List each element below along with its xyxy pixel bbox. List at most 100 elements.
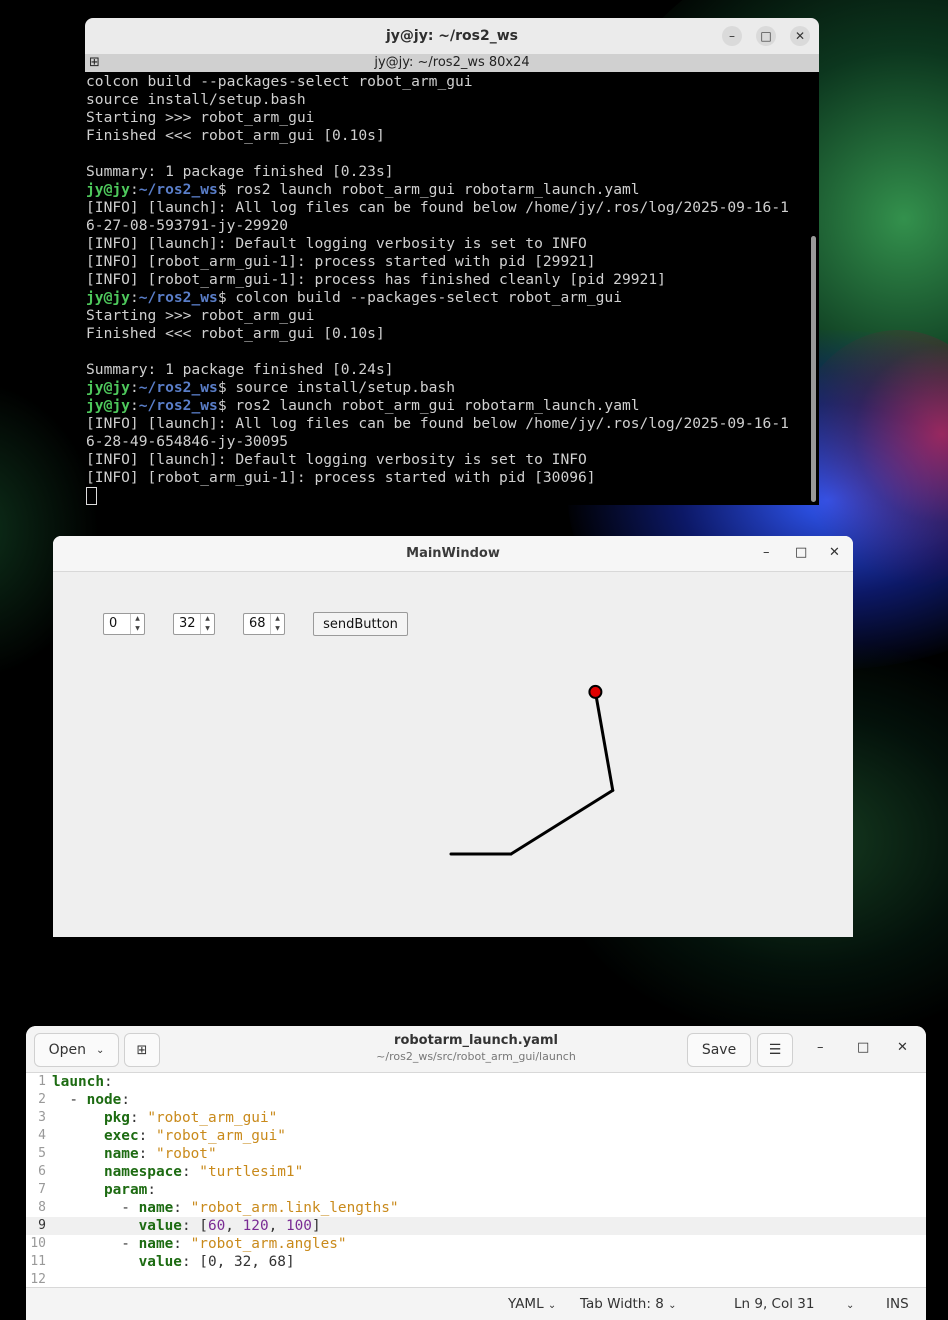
maximize-icon[interactable]: □ bbox=[857, 1040, 869, 1055]
text-cursor bbox=[86, 487, 97, 505]
minimize-icon[interactable]: – bbox=[722, 26, 742, 46]
code-token: 120 bbox=[242, 1218, 269, 1234]
terminal-output-line: [INFO] [launch]: Default logging verbosi… bbox=[86, 451, 587, 468]
terminal-scrollbar[interactable] bbox=[811, 236, 816, 502]
code-text: param: bbox=[52, 1181, 156, 1199]
line-number: 8 bbox=[38, 1200, 46, 1215]
mainwindow-titlebar[interactable]: MainWindow – □ ✕ bbox=[53, 536, 853, 572]
code-token: exec bbox=[103, 1128, 139, 1144]
code-token: value bbox=[138, 1218, 182, 1234]
code-line[interactable]: 10 - name: "robot_arm.angles" bbox=[26, 1235, 926, 1253]
terminal-output-line: [INFO] [robot_arm_gui-1]: process has fi… bbox=[86, 271, 666, 288]
prompt-separator: : bbox=[129, 181, 139, 198]
code-token: , bbox=[251, 1254, 269, 1270]
minimize-icon[interactable]: – bbox=[817, 1040, 824, 1055]
editor-text-area[interactable]: 1 launch: 2 - node: 3 pkg: "robot_arm_gui" 4… bbox=[26, 1073, 926, 1287]
terminal-output-line: [INFO] [launch]: All log files can be fo… bbox=[86, 415, 789, 432]
code-text: exec: "robot_arm_gui" bbox=[52, 1127, 286, 1145]
save-button[interactable]: Save bbox=[687, 1033, 751, 1067]
command-text: colcon build --packages-select robot_arm… bbox=[235, 289, 622, 306]
line-number: 5 bbox=[38, 1146, 46, 1161]
main-menu-button[interactable]: ☰ bbox=[757, 1033, 793, 1067]
code-token: "turtlesim1" bbox=[199, 1164, 304, 1180]
command-text: ros2 launch robot_arm_gui robotarm_launc… bbox=[235, 181, 640, 198]
maximize-icon[interactable]: □ bbox=[795, 545, 807, 560]
line-number: 7 bbox=[38, 1182, 46, 1197]
code-token: name bbox=[138, 1236, 174, 1252]
prompt-user: jy@jy bbox=[86, 289, 130, 306]
command-text: source install/setup.bash bbox=[235, 379, 456, 396]
code-text: value: [0, 32, 68] bbox=[52, 1253, 295, 1271]
minimize-icon[interactable]: – bbox=[763, 545, 770, 560]
tab-width-label: Tab Width: 8 bbox=[580, 1296, 664, 1312]
code-token: pkg bbox=[103, 1110, 130, 1126]
close-icon[interactable]: ✕ bbox=[897, 1040, 908, 1055]
terminal-titlebar[interactable]: jy@jy: ~/ros2_ws – □ ✕ bbox=[85, 18, 819, 54]
terminal-output-line: [INFO] [robot_arm_gui-1]: process starte… bbox=[86, 253, 596, 270]
prompt-user: jy@jy bbox=[86, 181, 130, 198]
language-selector[interactable]: YAML ⌄ bbox=[508, 1296, 556, 1312]
terminal-output[interactable]: colcon build --packages-select robot_arm… bbox=[85, 72, 819, 505]
code-token: value bbox=[138, 1254, 182, 1270]
terminal-command-line: jy@jy:~/ros2_ws$ ros2 launch robot_arm_g… bbox=[86, 181, 819, 199]
terminal-output-line: Summary: 1 package finished [0.24s] bbox=[86, 361, 394, 378]
code-token: : [ bbox=[181, 1254, 208, 1270]
terminal-command-line: jy@jy:~/ros2_ws$ source install/setup.ba… bbox=[86, 379, 819, 397]
line-number: 3 bbox=[38, 1110, 46, 1125]
close-icon[interactable]: ✕ bbox=[790, 26, 810, 46]
code-token: 100 bbox=[285, 1218, 312, 1234]
arm-link-3 bbox=[593, 690, 615, 792]
code-line[interactable]: 4 exec: "robot_arm_gui" bbox=[26, 1127, 926, 1145]
code-text: pkg: "robot_arm_gui" bbox=[52, 1109, 277, 1127]
text-editor-window[interactable]: Open ⌄ ⊞ robotarm_launch.yaml ~/ros2_ws/… bbox=[26, 1026, 926, 1320]
terminal-output-line: Starting >>> robot_arm_gui bbox=[86, 307, 315, 324]
code-token: : bbox=[129, 1110, 148, 1126]
code-line[interactable]: 2 - node: bbox=[26, 1091, 926, 1109]
code-line[interactable]: 11 value: [0, 32, 68] bbox=[26, 1253, 926, 1271]
mainwindow-title: MainWindow bbox=[406, 546, 500, 561]
code-token: : bbox=[121, 1092, 130, 1108]
editor-headerbar[interactable]: Open ⌄ ⊞ robotarm_launch.yaml ~/ros2_ws/… bbox=[26, 1026, 926, 1073]
terminal-output-line: Starting >>> robot_arm_gui bbox=[86, 109, 315, 126]
terminal-window[interactable]: jy@jy: ~/ros2_ws – □ ✕ ⊞ jy@jy: ~/ros2_w… bbox=[85, 18, 819, 505]
code-line[interactable]: 1 launch: bbox=[26, 1073, 926, 1091]
code-line[interactable]: 6 namespace: "turtlesim1" bbox=[26, 1163, 926, 1181]
code-token: : [ bbox=[181, 1218, 208, 1234]
code-token: "robot_arm.angles" bbox=[190, 1236, 347, 1252]
new-tab-icon[interactable]: ⊞ bbox=[89, 56, 100, 70]
code-line[interactable]: 7 param: bbox=[26, 1181, 926, 1199]
code-token: node bbox=[86, 1092, 122, 1108]
terminal-tab[interactable]: ⊞ jy@jy: ~/ros2_ws 80x24 bbox=[85, 54, 819, 72]
close-icon[interactable]: ✕ bbox=[829, 545, 840, 560]
terminal-output-line: 6-27-08-593791-jy-29920 bbox=[86, 217, 289, 234]
prompt-path: ~/ros2_ws bbox=[138, 289, 218, 306]
terminal-cursor-line[interactable] bbox=[86, 487, 819, 505]
terminal-output-line: Finished <<< robot_arm_gui [0.10s] bbox=[86, 325, 385, 342]
code-token: launch bbox=[52, 1074, 104, 1090]
code-token: : bbox=[173, 1200, 191, 1216]
prompt-path: ~/ros2_ws bbox=[138, 181, 218, 198]
maximize-icon[interactable]: □ bbox=[756, 26, 776, 46]
chevron-down-icon[interactable]: ⌄ bbox=[846, 1296, 854, 1312]
code-token: "robot" bbox=[155, 1146, 217, 1162]
terminal-command-line: jy@jy:~/ros2_ws$ colcon build --packages… bbox=[86, 289, 819, 307]
code-line[interactable]: 3 pkg: "robot_arm_gui" bbox=[26, 1109, 926, 1127]
cursor-position[interactable]: Ln 9, Col 31 bbox=[734, 1296, 814, 1312]
code-line[interactable]: 5 name: "robot" bbox=[26, 1145, 926, 1163]
code-token: - bbox=[52, 1200, 139, 1216]
code-text: - node: bbox=[52, 1091, 130, 1109]
code-line[interactable]: 9 value: [60, 120, 100] bbox=[26, 1217, 926, 1235]
code-line[interactable]: 8 - name: "robot_arm.link_lengths" bbox=[26, 1199, 926, 1217]
editor-statusbar: YAML ⌄ Tab Width: 8 ⌄ Ln 9, Col 31 ⌄ INS bbox=[26, 1287, 926, 1320]
code-text: value: [60, 120, 100] bbox=[52, 1217, 321, 1235]
tab-width-selector[interactable]: Tab Width: 8 ⌄ bbox=[580, 1296, 676, 1312]
code-text: name: "robot" bbox=[52, 1145, 217, 1163]
robot-arm-main-window[interactable]: MainWindow – □ ✕ 0 ▲ ▼ 32 ▲ ▼ 68 ▲ ▼ sendBu… bbox=[53, 536, 853, 937]
prompt-sign: $ bbox=[217, 181, 236, 198]
code-token: : bbox=[103, 1074, 113, 1090]
